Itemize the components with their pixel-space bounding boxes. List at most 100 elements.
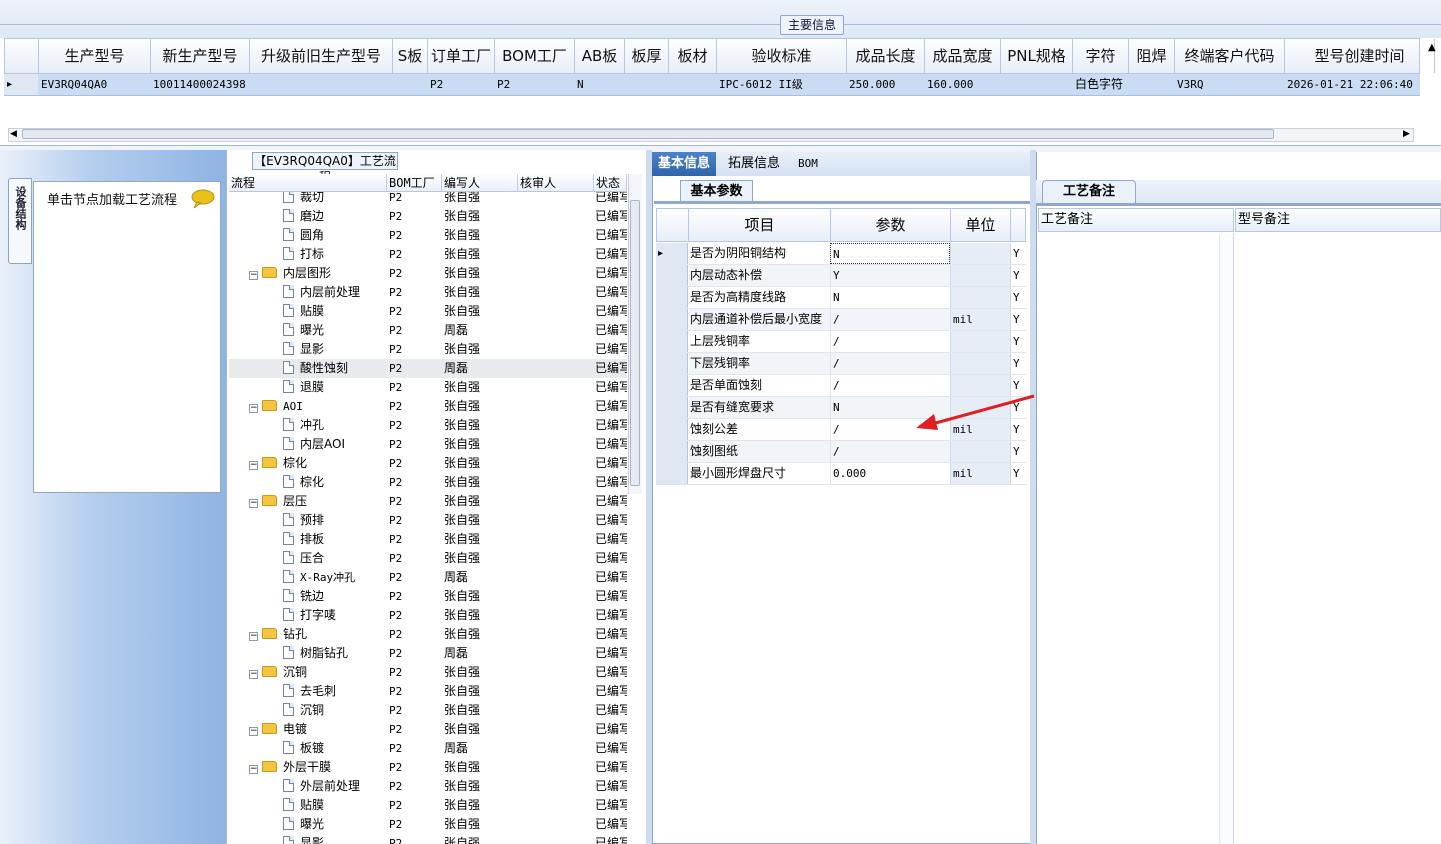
column-header[interactable]: 生产型号	[39, 39, 151, 73]
node-name-cell[interactable]: 酸性蚀刻	[283, 359, 348, 378]
collapse-toggle-icon[interactable]: −	[249, 461, 258, 470]
node-name-cell[interactable]: 棕化	[283, 473, 324, 492]
tab-basic-params[interactable]: 基本参数	[680, 180, 753, 202]
tree-leaf-node[interactable]: 棕化 P2 张自强 已编写	[229, 473, 627, 492]
main-info-grid-row[interactable]: ▸ EV3RQ04QA0 10011400024398 P2 P2 N IPC-6012 I…	[4, 74, 1420, 96]
tree-folder-node[interactable]: − AOI P2 张自强 已编写	[229, 397, 627, 416]
grid-cell[interactable]: P2	[427, 74, 494, 95]
collapse-toggle-icon[interactable]: −	[249, 765, 258, 774]
param-value-input[interactable]: /	[830, 441, 950, 462]
load-flow-hint[interactable]: 单击节点加载工艺流程	[47, 189, 177, 208]
node-name-cell[interactable]: 显影	[283, 834, 324, 844]
node-name-cell[interactable]: − 外层干膜	[249, 758, 331, 777]
grid-cell[interactable]	[249, 74, 392, 95]
col-item[interactable]: 项目	[689, 209, 831, 241]
node-name-cell[interactable]: 铣边	[283, 587, 324, 606]
row-selector[interactable]	[656, 265, 688, 286]
tree-leaf-node[interactable]: 贴膜 P2 张自强 已编写	[229, 796, 627, 815]
column-header[interactable]: 新生产型号	[151, 39, 250, 73]
grid-cell[interactable]	[668, 74, 716, 95]
node-name-cell[interactable]: 打字唛	[283, 606, 336, 625]
node-name-cell[interactable]: 压合	[283, 549, 324, 568]
tree-leaf-node[interactable]: 显影 P2 张自强 已编写	[229, 340, 627, 359]
grid-cell[interactable]: 2026-01-21 22:06:40	[1284, 74, 1434, 95]
tree-leaf-node[interactable]: 板镀 P2 周磊 已编写	[229, 739, 627, 758]
node-name-cell[interactable]: 贴膜	[283, 302, 324, 321]
main-info-caption[interactable]: 主要信息	[780, 15, 844, 35]
node-name-cell[interactable]: 圆角	[283, 226, 324, 245]
tab-extended-info[interactable]: 拓展信息	[722, 152, 786, 176]
param-value-input[interactable]: /	[830, 309, 950, 330]
row-selector[interactable]	[656, 463, 688, 484]
tree-folder-node[interactable]: − 沉铜 P2 张自强 已编写	[229, 663, 627, 682]
column-header[interactable]: S板	[393, 39, 428, 73]
horizontal-scroll-thumb[interactable]	[22, 129, 1274, 139]
param-value-input[interactable]: N	[830, 243, 950, 264]
collapse-toggle-icon[interactable]: −	[249, 499, 258, 508]
collapse-toggle-icon[interactable]: −	[249, 632, 258, 641]
tree-leaf-node[interactable]: 曝光 P2 周磊 已编写	[229, 321, 627, 340]
param-value-input[interactable]: N	[830, 287, 950, 308]
node-name-cell[interactable]: 内层AOI	[283, 435, 345, 454]
grid-cell[interactable]: 10011400024398	[150, 74, 249, 95]
column-header[interactable]: 板材	[669, 39, 717, 73]
row-selector[interactable]: ▸	[656, 243, 688, 264]
tree-column-header[interactable]: BOM工厂	[387, 174, 442, 192]
column-header[interactable]: 订单工厂	[428, 39, 495, 73]
column-header[interactable]: 成品长度	[847, 39, 925, 73]
node-name-cell[interactable]: 磨边	[283, 207, 324, 226]
row-selector[interactable]	[656, 287, 688, 308]
scroll-left-icon[interactable]: ◀	[10, 129, 17, 139]
grid-cell[interactable]	[624, 74, 668, 95]
grid-cell[interactable]: P2	[494, 74, 574, 95]
grid-cell[interactable]	[1000, 74, 1072, 95]
tree-leaf-node[interactable]: 显影 P2 张自强 已编写	[229, 834, 627, 844]
column-header[interactable]: 升级前旧生产型号	[250, 39, 393, 73]
tree-folder-node[interactable]: − 外层干膜 P2 张自强 已编写	[229, 758, 627, 777]
node-name-cell[interactable]: 排板	[283, 530, 324, 549]
row-selector[interactable]	[656, 331, 688, 352]
node-name-cell[interactable]: 裁切	[283, 192, 324, 207]
tree-leaf-node[interactable]: 外层前处理 P2 张自强 已编写	[229, 777, 627, 796]
node-name-cell[interactable]: 板镀	[283, 739, 324, 758]
grid-cell[interactable]: 160.000	[924, 74, 1000, 95]
tab-bom[interactable]: BOM	[792, 152, 824, 176]
tree-leaf-node[interactable]: X-Ray冲孔 P2 周磊 已编写	[229, 568, 627, 587]
grid-cell[interactable]: V3RQ	[1174, 74, 1284, 95]
model-remarks-textarea[interactable]	[1235, 233, 1441, 844]
node-name-cell[interactable]: 沉铜	[283, 701, 324, 720]
node-name-cell[interactable]: − 钻孔	[249, 625, 307, 644]
row-selector[interactable]	[656, 375, 688, 396]
column-header[interactable]: PNL规格	[1001, 39, 1073, 73]
collapse-toggle-icon[interactable]: −	[249, 670, 258, 679]
node-name-cell[interactable]: − 沉铜	[249, 663, 307, 682]
tree-leaf-node[interactable]: 裁切 P2 张自强 已编写	[229, 192, 627, 207]
params-row[interactable]: 下层残铜率 / Y	[656, 353, 1026, 375]
column-header[interactable]: 终端客户代码	[1175, 39, 1285, 73]
column-header[interactable]: BOM工厂	[495, 39, 575, 73]
column-header[interactable]: 阻焊	[1129, 39, 1175, 73]
column-overflow-icon[interactable]: ▲	[1428, 42, 1436, 53]
tree-leaf-node[interactable]: 曝光 P2 张自强 已编写	[229, 815, 627, 834]
collapse-toggle-icon[interactable]: −	[249, 727, 258, 736]
grid-cell[interactable]: EV3RQ04QA0	[38, 74, 150, 95]
tab-basic-info[interactable]: 基本信息	[652, 152, 717, 176]
node-name-cell[interactable]: − AOI	[249, 397, 303, 416]
tree-leaf-node[interactable]: 沉铜 P2 张自强 已编写	[229, 701, 627, 720]
param-value-input[interactable]: Y	[830, 265, 950, 286]
grid-cell[interactable]	[1128, 74, 1174, 95]
col-unit[interactable]: 单位	[951, 209, 1011, 241]
params-row[interactable]: 最小圆形焊盘尺寸 0.000 mil Y	[656, 463, 1026, 485]
tree-folder-node[interactable]: − 钻孔 P2 张自强 已编写	[229, 625, 627, 644]
col-param[interactable]: 参数	[831, 209, 951, 241]
param-value-input[interactable]: /	[830, 331, 950, 352]
process-tree[interactable]: 裁切 P2 张自强 已编写 磨边 P2 张自强 已编写 圆角 P2 张自强 已编写 打标 P2 张自强 已编写…	[229, 192, 627, 844]
tree-leaf-node[interactable]: 打字唛 P2 张自强 已编写	[229, 606, 627, 625]
tree-leaf-node[interactable]: 树脂钻孔 P2 周磊 已编写	[229, 644, 627, 663]
tree-leaf-node[interactable]: 贴膜 P2 张自强 已编写	[229, 302, 627, 321]
tree-leaf-node[interactable]: 磨边 P2 张自强 已编写	[229, 207, 627, 226]
tree-scroll-thumb[interactable]	[630, 200, 640, 486]
tree-leaf-node[interactable]: 圆角 P2 张自强 已编写	[229, 226, 627, 245]
row-selector[interactable]	[656, 419, 688, 440]
params-row[interactable]: 内层动态补偿 Y Y	[656, 265, 1026, 287]
